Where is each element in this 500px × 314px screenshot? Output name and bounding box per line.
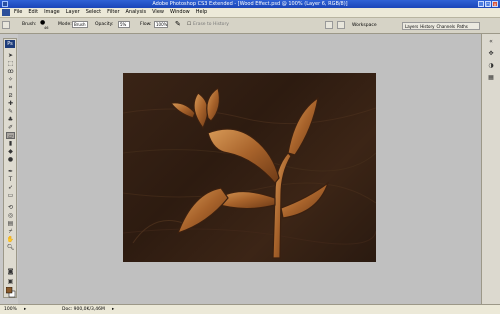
clone-stamp-tool-icon[interactable]: ♣	[6, 116, 15, 123]
mode-label: Mode:	[58, 22, 72, 27]
menu-image[interactable]: Image	[44, 9, 60, 15]
brush-preview-icon[interactable]: ●	[40, 19, 45, 26]
menu-view[interactable]: View	[152, 9, 164, 15]
menu-select[interactable]: Select	[86, 9, 101, 15]
menu-window[interactable]: Window	[170, 9, 190, 15]
mode-select[interactable]: Brush	[72, 21, 88, 28]
menu-bar: File Edit Image Layer Select Filter Anal…	[0, 8, 500, 18]
marquee-tool-icon[interactable]: ⬚	[6, 60, 15, 67]
status-menu-arrow-icon[interactable]: ▸	[112, 307, 114, 312]
panel-well: Layers History Channels Paths	[402, 22, 480, 30]
tab-paths[interactable]: Paths	[457, 24, 468, 29]
tab-channels[interactable]: Channels	[436, 24, 455, 29]
eraser-tool-icon[interactable]: ▱	[6, 132, 15, 140]
pen-tool-icon[interactable]: ✒	[6, 168, 15, 175]
3d-orbit-tool-icon[interactable]: ◎	[6, 212, 15, 219]
brush-label: Brush:	[22, 22, 37, 27]
erase-to-history-label: Erase to History	[193, 22, 229, 27]
separator-icon: ▸	[24, 307, 27, 312]
swatches-panel-icon[interactable]: ▦	[486, 74, 496, 82]
brush-size: 46	[44, 26, 49, 30]
foreground-color-swatch[interactable]	[5, 286, 13, 294]
lasso-tool-icon[interactable]: ꝏ	[6, 68, 15, 75]
history-brush-tool-icon[interactable]: ✐	[6, 124, 15, 131]
window-title: Adobe Photoshop CS3 Extended - [Wood Eff…	[152, 1, 348, 7]
maximize-button[interactable]: □	[485, 1, 491, 7]
tab-layers[interactable]: Layers	[405, 24, 418, 29]
quick-mask-icon[interactable]: ◙	[6, 268, 15, 275]
menu-layer[interactable]: Layer	[66, 9, 80, 15]
notes-tool-icon[interactable]: ▤	[6, 220, 15, 227]
type-tool-icon[interactable]: T	[6, 176, 15, 183]
screen-mode-icon[interactable]: ▣	[6, 278, 15, 285]
slice-tool-icon[interactable]: ⧄	[6, 92, 15, 99]
palette-well-icon[interactable]	[337, 21, 345, 29]
3d-rotate-tool-icon[interactable]: ⟲	[6, 204, 15, 211]
crop-tool-icon[interactable]: ⌗	[6, 84, 15, 91]
zoom-tool-icon[interactable]: 🔍︎	[6, 244, 15, 251]
title-bar: Adobe Photoshop CS3 Extended - [Wood Eff…	[0, 0, 500, 8]
path-selection-tool-icon[interactable]: ➶	[6, 184, 15, 191]
options-bar: Brush: ● 46 Mode: Brush Opacity: 5% Flow…	[0, 18, 500, 34]
eraser-tool-preset-icon[interactable]	[2, 21, 10, 29]
expand-dock-icon[interactable]: «	[486, 38, 496, 46]
close-button[interactable]: ×	[492, 1, 498, 7]
zoom-level[interactable]: 100%	[4, 307, 17, 312]
brushes-palette-icon[interactable]	[325, 21, 333, 29]
tools-panel: Ps ➤ ⬚ ꝏ ✧ ⌗ ⧄ ✚ ✎ ♣ ✐ ▱ ▮ ◆ ● ✒ T ➶ ▭ ⟲…	[3, 38, 17, 298]
hand-tool-icon[interactable]: ✋	[6, 236, 15, 243]
erase-to-history-checkbox[interactable]: ☐	[187, 22, 191, 27]
shape-tool-icon[interactable]: ▭	[6, 192, 15, 199]
document-size: Doc: 900,0K/3,46M	[62, 307, 105, 312]
menu-analysis[interactable]: Analysis	[126, 9, 147, 15]
menu-edit[interactable]: Edit	[28, 9, 38, 15]
navigator-icon[interactable]: ✥	[486, 50, 496, 58]
blur-tool-icon[interactable]: ◆	[6, 148, 15, 155]
ps-logo-icon	[2, 9, 10, 16]
eyedropper-tool-icon[interactable]: ⌿	[6, 228, 15, 235]
menu-help[interactable]: Help	[196, 9, 207, 15]
magic-wand-tool-icon[interactable]: ✧	[6, 76, 15, 83]
right-dock: « ✥ ◑ ▦	[481, 34, 500, 304]
brush-tool-icon[interactable]: ✎	[6, 108, 15, 115]
minimize-button[interactable]: _	[478, 1, 484, 7]
tab-history[interactable]: History	[420, 24, 434, 29]
opacity-label: Opacity:	[95, 22, 114, 27]
flow-field[interactable]: 100%	[154, 21, 168, 28]
airbrush-icon[interactable]: ✎	[175, 20, 181, 28]
wood-artwork	[122, 87, 377, 259]
flow-label: Flow:	[140, 22, 152, 27]
workspace-menu[interactable]: Workspace	[352, 23, 377, 28]
document-canvas[interactable]	[122, 73, 377, 262]
menu-filter[interactable]: Filter	[107, 9, 119, 15]
color-swatches[interactable]	[5, 286, 16, 301]
dodge-tool-icon[interactable]: ●	[6, 156, 15, 163]
gradient-tool-icon[interactable]: ▮	[6, 140, 15, 147]
menu-file[interactable]: File	[14, 9, 22, 15]
opacity-field[interactable]: 5%	[118, 21, 130, 28]
color-panel-icon[interactable]: ◑	[486, 62, 496, 70]
ps-badge: Ps	[5, 40, 15, 48]
healing-tool-icon[interactable]: ✚	[6, 100, 15, 107]
move-tool-icon[interactable]: ➤	[6, 52, 15, 59]
